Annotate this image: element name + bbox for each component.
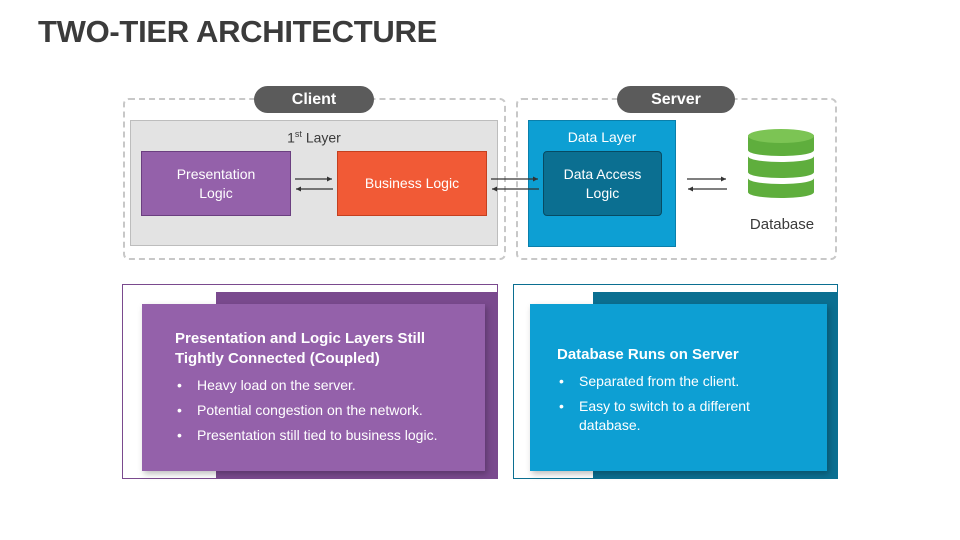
database-icon [748, 129, 814, 198]
right-card: Database Runs on Server Separated from t… [530, 304, 827, 471]
first-layer-label: 1st Layer [287, 129, 341, 146]
left-card-list: Heavy load on the server. Potential cong… [175, 376, 467, 445]
database-label: Database [749, 216, 815, 233]
data-access-logic-box: Data Access Logic [543, 151, 662, 216]
arrows-presentation-business [295, 176, 333, 192]
list-item: Heavy load on the server. [175, 376, 467, 395]
client-pill: Client [254, 86, 374, 113]
data-layer-label: Data Layer [567, 129, 637, 145]
arrows-business-dataaccess [491, 176, 539, 192]
presentation-logic-box: Presentation Logic [141, 151, 291, 216]
left-card-title: Presentation and Logic Layers Still Tigh… [175, 330, 426, 367]
list-item: Potential congestion on the network. [175, 401, 467, 420]
list-item: Easy to switch to a different database. [557, 397, 764, 435]
right-card-list: Separated from the client. Easy to switc… [557, 372, 809, 435]
left-card: Presentation and Logic Layers Still Tigh… [142, 304, 485, 471]
page-title: TWO-TIER ARCHITECTURE [38, 14, 437, 49]
list-item: Separated from the client. [557, 372, 809, 391]
list-item: Presentation still tied to business logi… [175, 426, 467, 445]
business-logic-box: Business Logic [337, 151, 487, 216]
server-pill: Server [617, 86, 735, 113]
arrows-dataaccess-database [687, 176, 727, 192]
right-card-title: Database Runs on Server [557, 346, 739, 363]
